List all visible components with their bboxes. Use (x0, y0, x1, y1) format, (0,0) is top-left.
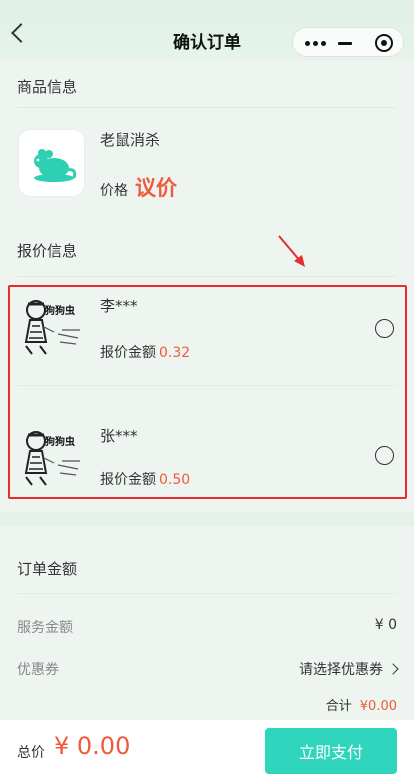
service-amount-value: ¥ 0 (374, 617, 397, 633)
subtotal-label: 合计 (325, 699, 352, 714)
annotation-highlight-box (8, 285, 407, 499)
product-section-label: 商品信息 (17, 78, 78, 96)
divider (17, 276, 397, 277)
total-label: 总价 (17, 745, 45, 761)
service-amount-label: 服务金额 (17, 620, 73, 636)
divider (17, 593, 397, 594)
nav-bar: 确认订单 (0, 0, 414, 60)
close-target-icon[interactable] (375, 34, 393, 52)
product-image (18, 129, 85, 197)
product-name: 老鼠消杀 (100, 131, 161, 149)
coupon-label: 优惠券 (17, 662, 59, 678)
total-value: ¥ 0.00 (54, 732, 131, 760)
rat-icon (34, 149, 77, 182)
section-gap (0, 512, 414, 526)
checkout-bar: 总价 ¥ 0.00 立即支付 (0, 720, 414, 780)
annotation-arrow-icon (278, 235, 305, 267)
price-label: 价格 (100, 183, 128, 199)
more-icon[interactable] (305, 41, 329, 47)
subtotal-row: 合计 ¥0.00 (326, 695, 397, 714)
order-section-label: 订单金额 (17, 560, 78, 578)
coupon-selector[interactable]: 请选择优惠券 (299, 659, 399, 679)
pay-now-button[interactable]: 立即支付 (265, 728, 397, 774)
price-value: 议价 (135, 176, 177, 200)
minimize-icon[interactable] (338, 42, 352, 45)
coupon-value: 请选择优惠券 (299, 662, 383, 678)
chevron-right-icon (387, 663, 399, 675)
divider (17, 107, 397, 108)
quote-section-label: 报价信息 (17, 242, 78, 260)
mini-program-capsule (292, 27, 404, 57)
subtotal-value: ¥0.00 (359, 699, 397, 714)
